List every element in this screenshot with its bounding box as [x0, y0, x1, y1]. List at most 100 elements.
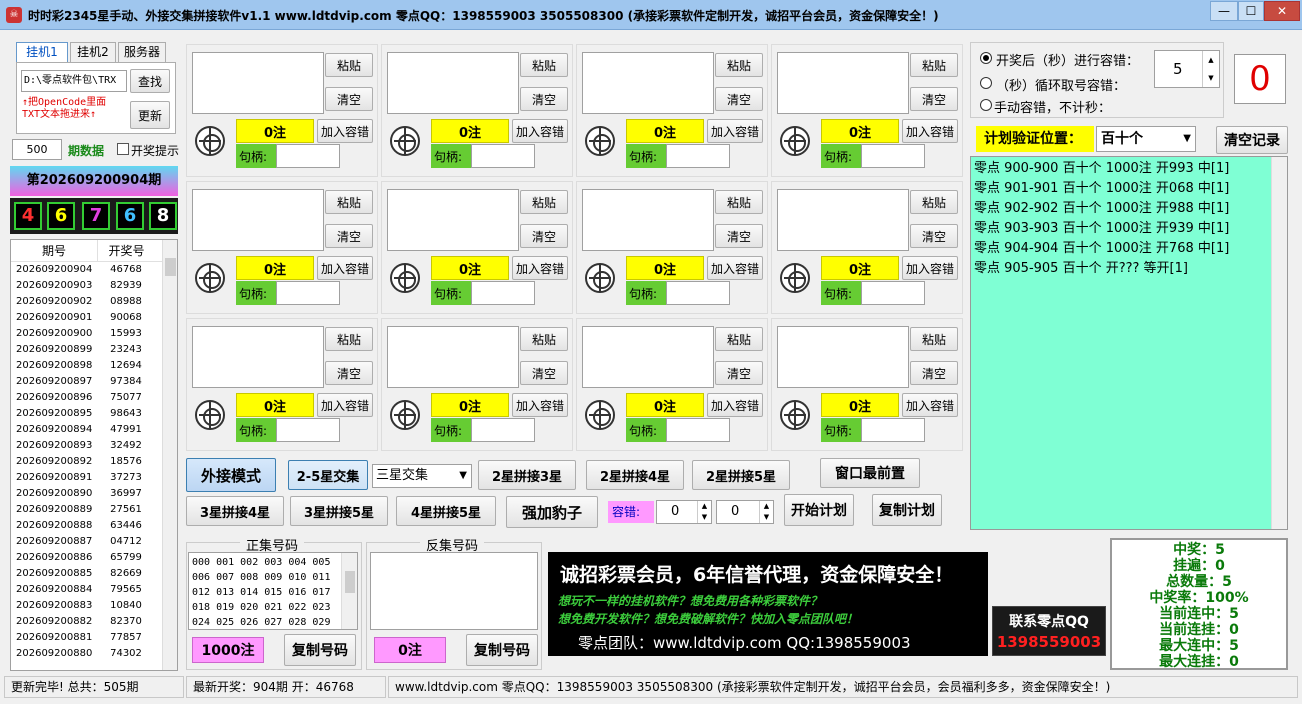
clear-button[interactable]: 清空	[715, 224, 763, 248]
codes-textarea[interactable]	[582, 326, 714, 388]
radio-manual[interactable]	[980, 99, 992, 111]
table-row[interactable]: 202609200902 08988	[11, 294, 177, 310]
add-tolerance-button[interactable]: 加入容错	[512, 256, 568, 280]
history-list[interactable]: 期号 开奖号 202609200904 46768 202609200903 8293…	[10, 239, 178, 671]
negative-codes-textarea[interactable]	[370, 552, 538, 630]
codes-textarea[interactable]	[192, 52, 324, 114]
paste-button[interactable]: 粘贴	[325, 190, 373, 214]
table-row[interactable]: 202609200888 63446	[11, 518, 177, 534]
handle-input[interactable]	[666, 281, 730, 305]
handle-input[interactable]	[861, 281, 925, 305]
paste-button[interactable]: 粘贴	[715, 327, 763, 351]
codes-textarea[interactable]	[777, 52, 909, 114]
crosshair-icon[interactable]	[585, 126, 615, 156]
tab-server[interactable]: 服务器	[118, 42, 166, 62]
add-tolerance-button[interactable]: 加入容错	[317, 256, 373, 280]
crosshair-icon[interactable]	[780, 126, 810, 156]
copy-positive-button[interactable]: 复制号码	[284, 634, 356, 666]
handle-input[interactable]	[666, 418, 730, 442]
pair-2-5-button[interactable]: 2星拼接5星	[692, 460, 790, 490]
clear-button[interactable]: 清空	[325, 87, 373, 111]
codes-textarea[interactable]	[582, 189, 714, 251]
notice-checkbox[interactable]	[117, 143, 129, 155]
table-row[interactable]: 202609200900 15993	[11, 326, 177, 342]
tolerance-max-spinner[interactable]: ▲ ▼	[759, 501, 773, 523]
plan-position-select[interactable]: 百十个 ▼	[1096, 126, 1196, 152]
codes-textarea[interactable]	[582, 52, 714, 114]
table-row[interactable]: 202609200894 47991	[11, 422, 177, 438]
table-row[interactable]: 202609200885 82669	[11, 566, 177, 582]
crosshair-icon[interactable]	[780, 263, 810, 293]
clear-button[interactable]: 清空	[520, 361, 568, 385]
crosshair-icon[interactable]	[390, 400, 420, 430]
paste-button[interactable]: 粘贴	[325, 327, 373, 351]
external-mode-button[interactable]: 外接模式	[186, 458, 276, 492]
clear-button[interactable]: 清空	[325, 224, 373, 248]
clear-button[interactable]: 清空	[715, 87, 763, 111]
clear-button[interactable]: 清空	[910, 361, 958, 385]
table-row[interactable]: 202609200904 46768	[11, 262, 177, 278]
crosshair-icon[interactable]	[585, 400, 615, 430]
clear-button[interactable]: 清空	[325, 361, 373, 385]
clear-button[interactable]: 清空	[715, 361, 763, 385]
minimize-button[interactable]: —	[1210, 1, 1238, 21]
table-row[interactable]: 202609200901 90068	[11, 310, 177, 326]
cross-25-button[interactable]: 2-5星交集	[288, 460, 368, 490]
table-row[interactable]: 202609200903 82939	[11, 278, 177, 294]
crosshair-icon[interactable]	[390, 126, 420, 156]
add-tolerance-button[interactable]: 加入容错	[317, 119, 373, 143]
clear-button[interactable]: 清空	[910, 224, 958, 248]
table-row[interactable]: 202609200884 79565	[11, 582, 177, 598]
seconds-spinner[interactable]: ▲ ▼	[1202, 51, 1219, 87]
table-row[interactable]: 202609200899 23243	[11, 342, 177, 358]
add-tolerance-button[interactable]: 加入容错	[707, 393, 763, 417]
table-row[interactable]: 202609200892 18576	[11, 454, 177, 470]
table-row[interactable]: 202609200898 12694	[11, 358, 177, 374]
cross-mode-select[interactable]: 三星交集 ▼	[372, 464, 472, 488]
start-plan-button[interactable]: 开始计划	[784, 494, 854, 526]
codes-textarea[interactable]	[387, 52, 519, 114]
codes-textarea[interactable]	[192, 326, 324, 388]
handle-input[interactable]	[471, 281, 535, 305]
table-row[interactable]: 202609200880 74302	[11, 646, 177, 662]
table-row[interactable]: 202609200897 97384	[11, 374, 177, 390]
crosshair-icon[interactable]	[780, 400, 810, 430]
pair-2-3-button[interactable]: 2星拼接3星	[478, 460, 576, 490]
crosshair-icon[interactable]	[195, 263, 225, 293]
paste-button[interactable]: 粘贴	[715, 53, 763, 77]
radio-after-draw[interactable]	[980, 52, 992, 64]
clear-button[interactable]: 清空	[520, 87, 568, 111]
handle-input[interactable]	[471, 144, 535, 168]
period-count-input[interactable]: 500	[12, 139, 62, 160]
codes-textarea[interactable]	[777, 326, 909, 388]
handle-input[interactable]	[861, 418, 925, 442]
table-row[interactable]: 202609200890 36997	[11, 486, 177, 502]
add-tolerance-button[interactable]: 加入容错	[707, 256, 763, 280]
close-button[interactable]: ✕	[1264, 1, 1300, 21]
find-button[interactable]: 查找	[130, 69, 170, 93]
table-row[interactable]: 202609200891 37273	[11, 470, 177, 486]
table-row[interactable]: 202609200896 75077	[11, 390, 177, 406]
codes-textarea[interactable]	[192, 189, 324, 251]
radio-loop[interactable]	[980, 77, 992, 89]
update-button[interactable]: 更新	[130, 101, 170, 129]
pair-2-4-button[interactable]: 2星拼接4星	[586, 460, 684, 490]
add-tolerance-button[interactable]: 加入容错	[512, 119, 568, 143]
window-top-button[interactable]: 窗口最前置	[820, 458, 920, 488]
codes-textarea[interactable]	[387, 326, 519, 388]
table-row[interactable]: 202609200883 10840	[11, 598, 177, 614]
table-row[interactable]: 202609200889 27561	[11, 502, 177, 518]
table-row[interactable]: 202609200882 82370	[11, 614, 177, 630]
table-row[interactable]: 202609200895 98643	[11, 406, 177, 422]
add-tolerance-button[interactable]: 加入容错	[707, 119, 763, 143]
positive-codes-scrollbar[interactable]	[341, 553, 357, 629]
add-tolerance-button[interactable]: 加入容错	[902, 393, 958, 417]
tolerance-min-spinner[interactable]: ▲ ▼	[697, 501, 711, 523]
scroll-thumb[interactable]	[165, 258, 176, 276]
crosshair-icon[interactable]	[195, 126, 225, 156]
clear-button[interactable]: 清空	[910, 87, 958, 111]
file-path-input[interactable]: D:\零点软件包\TRX	[21, 70, 127, 92]
paste-button[interactable]: 粘贴	[910, 53, 958, 77]
maximize-button[interactable]: ☐	[1238, 1, 1264, 21]
handle-input[interactable]	[666, 144, 730, 168]
